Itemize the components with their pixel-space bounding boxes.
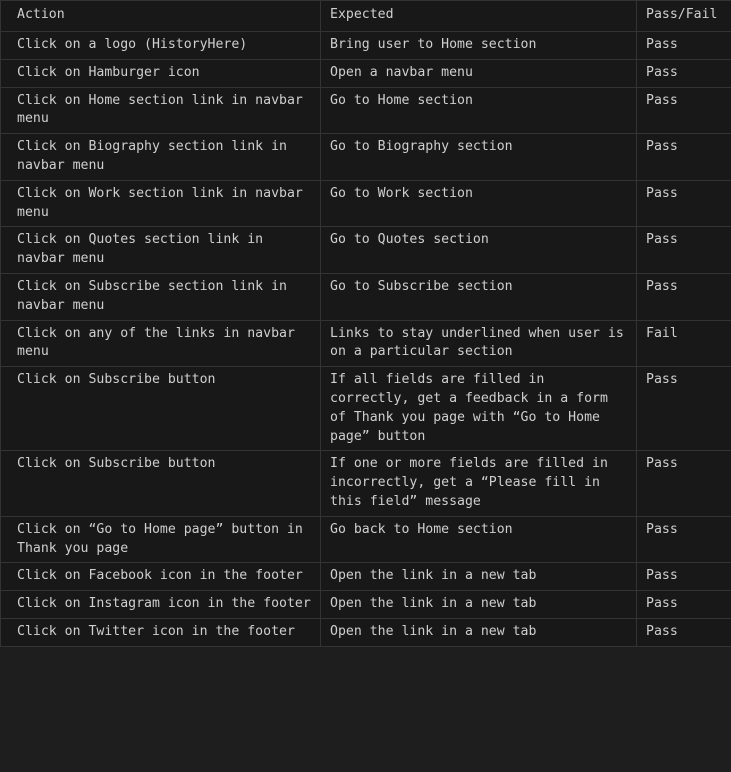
action-cell: Click on Instagram icon in the footer [0, 590, 321, 619]
action-cell: Click on Hamburger icon [0, 58, 321, 88]
result-cell: Pass [636, 133, 731, 181]
action-cell: Click on a logo (HistoryHere) [0, 31, 321, 60]
action-cell: Click on Quotes section link in navbar m… [0, 226, 321, 274]
action-cell: Click on Biography section link in navba… [0, 133, 321, 181]
table-body: Click on a logo (HistoryHere) Bring user … [0, 31, 731, 647]
action-cell: Click on Twitter icon in the footer [0, 617, 321, 647]
result-cell: Fail [636, 319, 731, 368]
table-row: Click on Biography section link in navba… [0, 133, 731, 181]
result-cell: Pass [636, 617, 731, 647]
table-row: Click on Quotes section link in navbar m… [0, 226, 731, 274]
action-cell: Click on Subscribe button [0, 366, 321, 452]
action-cell: Click on Subscribe section link in navba… [0, 272, 321, 321]
expected-cell: Go to Home section [320, 86, 637, 135]
action-cell: Click on Work section link in navbar men… [0, 179, 321, 228]
expected-cell: Go back to Home section [320, 515, 637, 564]
action-cell: Click on Home section link in navbar men… [0, 86, 321, 135]
expected-cell: If all fields are filled in correctly, g… [320, 366, 637, 452]
table-row: Click on Twitter icon in the footer Open … [0, 617, 731, 647]
action-cell: Click on Facebook icon in the footer [0, 562, 321, 592]
result-cell: Pass [636, 515, 731, 564]
header-row: Action Expected Pass/Fail [0, 0, 731, 32]
expected-cell: Go to Subscribe section [320, 272, 637, 321]
table-row: Click on “Go to Home page” button in Tha… [0, 515, 731, 564]
table-row: Click on Work section link in navbar men… [0, 179, 731, 228]
table-row: Click on a logo (HistoryHere) Bring user … [0, 31, 731, 60]
result-cell: Pass [636, 31, 731, 60]
result-cell: Pass [636, 366, 731, 452]
column-header-pass-fail: Pass/Fail [636, 0, 731, 32]
table-row: Click on Subscribe button If one or more … [0, 450, 731, 517]
action-cell: Click on Subscribe button [0, 450, 321, 517]
expected-cell: Go to Biography section [320, 133, 637, 181]
expected-cell: If one or more fields are filled in inco… [320, 450, 637, 517]
expected-cell: Links to stay underlined when user is on… [320, 319, 637, 368]
expected-cell: Open a navbar menu [320, 58, 637, 88]
expected-cell: Go to Quotes section [320, 226, 637, 274]
table-row: Click on Hamburger icon Open a navbar men… [0, 58, 731, 88]
expected-cell: Go to Work section [320, 179, 637, 228]
result-cell: Pass [636, 272, 731, 321]
action-cell: Click on “Go to Home page” button in Tha… [0, 515, 321, 564]
column-header-action: Action [0, 0, 321, 32]
result-cell: Pass [636, 179, 731, 228]
table-row: Click on Home section link in navbar men… [0, 86, 731, 135]
action-cell: Click on any of the links in navbar menu [0, 319, 321, 368]
table-row: Click on Subscribe section link in navba… [0, 272, 731, 321]
expected-cell: Bring user to Home section [320, 31, 637, 60]
expected-cell: Open the link in a new tab [320, 590, 637, 619]
result-cell: Pass [636, 58, 731, 88]
table-header: Action Expected Pass/Fail [0, 0, 731, 32]
expected-cell: Open the link in a new tab [320, 562, 637, 592]
table-row: Click on any of the links in navbar menu… [0, 319, 731, 368]
column-header-expected: Expected [320, 0, 637, 32]
result-cell: Pass [636, 562, 731, 592]
expected-cell: Open the link in a new tab [320, 617, 637, 647]
table-row: Click on Subscribe button If all fields a… [0, 366, 731, 452]
result-cell: Pass [636, 226, 731, 274]
test-results-table: Action Expected Pass/Fail Click on a log… [0, 0, 731, 647]
result-cell: Pass [636, 86, 731, 135]
result-cell: Pass [636, 590, 731, 619]
table-row: Click on Instagram icon in the footer Ope… [0, 590, 731, 619]
table-row: Click on Facebook icon in the footer Open… [0, 562, 731, 592]
result-cell: Pass [636, 450, 731, 517]
